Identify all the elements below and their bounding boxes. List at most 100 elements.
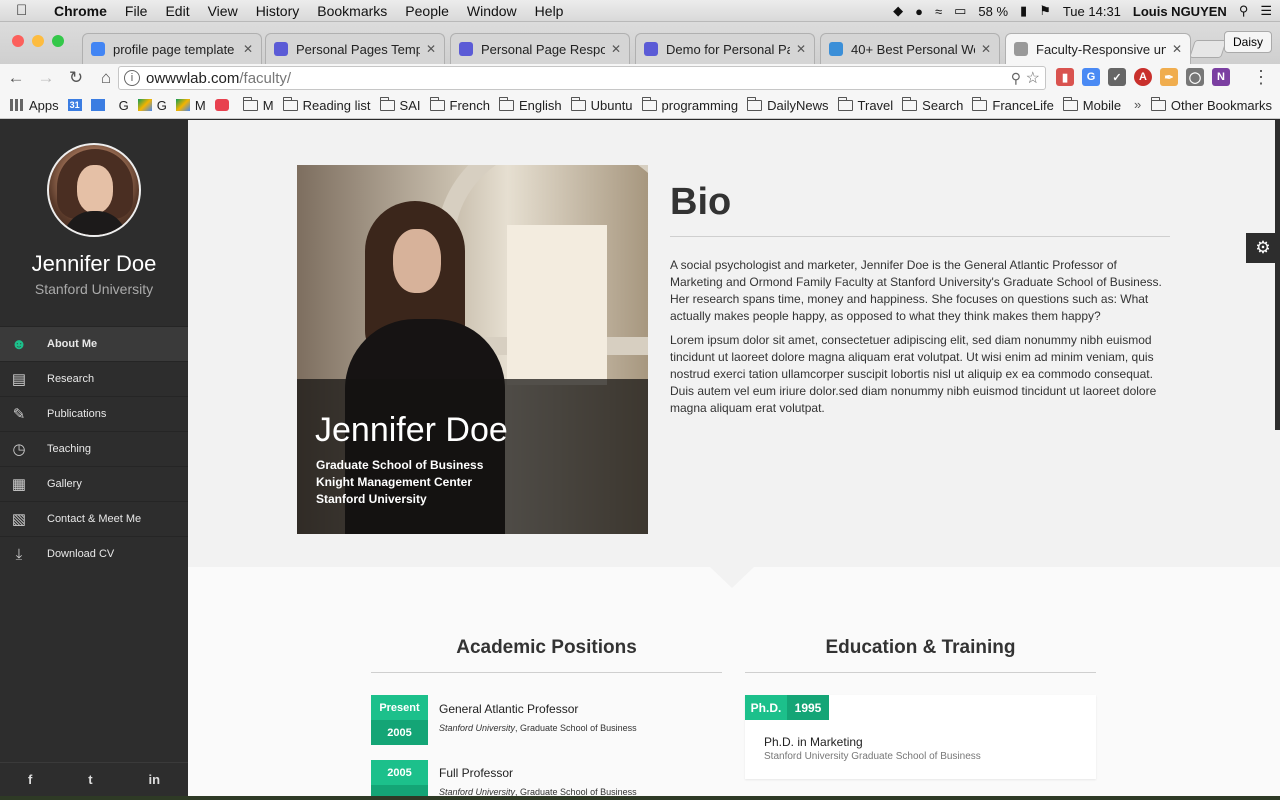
chrome-menu-icon[interactable]: ⋮	[1252, 67, 1270, 88]
clock[interactable]: Tue 14:31	[1063, 4, 1121, 19]
battery-percent[interactable]: 58 %	[978, 4, 1008, 19]
bookmark-other[interactable]: Other Bookmarks	[1150, 97, 1272, 113]
bookmark-sai[interactable]: SAI	[379, 96, 421, 113]
forward-icon[interactable]: →	[32, 68, 60, 88]
menu-help[interactable]: Help	[535, 3, 564, 19]
position-dept: , Graduate School of Business	[515, 787, 637, 796]
close-tab-icon[interactable]: ✕	[796, 42, 806, 56]
bio-paragraph: A social psychologist and marketer, Jenn…	[670, 258, 1162, 323]
bookmark-dailynews[interactable]: DailyNews	[747, 96, 829, 113]
battery-icon[interactable]: ▮	[1020, 3, 1027, 19]
apple-icon[interactable]: 	[16, 2, 38, 19]
pocket-ext-icon[interactable]: ✓	[1108, 68, 1126, 86]
flag-icon[interactable]: ⚑	[1039, 3, 1051, 19]
home-icon[interactable]: ⌂	[92, 68, 120, 88]
browser-tab[interactable]: Faculty-Responsive un ✕	[1005, 33, 1191, 64]
site-info-icon[interactable]: i	[124, 70, 140, 86]
menu-window[interactable]: Window	[467, 3, 517, 19]
bookmark-drive[interactable]: G	[137, 98, 167, 113]
bookmark-mobile[interactable]: Mobile	[1062, 96, 1121, 113]
menu-people[interactable]: People	[405, 3, 449, 19]
profile-button[interactable]: Daisy	[1223, 31, 1272, 53]
bookmarks-overflow-icon[interactable]: »	[1134, 97, 1141, 112]
spotlight-icon[interactable]: ⚲	[1239, 3, 1249, 19]
drive-icon	[175, 99, 190, 111]
evernote-ext-icon[interactable]: ◯	[1186, 68, 1204, 86]
wifi-icon[interactable]: ≈	[935, 4, 942, 19]
browser-tab[interactable]: Personal Pages Templa ✕	[265, 33, 445, 64]
bookmark-mail[interactable]	[90, 99, 110, 111]
bookmark-label: SAI	[399, 97, 421, 113]
extensions: ▮ G ✓ A ✒ ◯ N	[1056, 68, 1230, 86]
bookmark-folder-m[interactable]: M	[242, 96, 274, 113]
bookmark-french[interactable]: French	[429, 96, 490, 113]
close-window-button[interactable]	[12, 35, 24, 47]
pencil-ext-icon[interactable]: ✒	[1160, 68, 1178, 86]
close-tab-icon[interactable]: ✕	[1172, 42, 1182, 56]
apps-grid-icon	[10, 99, 24, 111]
bookmark-apps[interactable]: Apps	[10, 98, 59, 113]
sidebar-item-about-me[interactable]: ☻ About Me	[0, 326, 188, 361]
new-tab-button[interactable]	[1189, 40, 1227, 58]
reload-icon[interactable]: ↻	[62, 68, 90, 88]
close-tab-icon[interactable]: ✕	[981, 42, 991, 56]
viber-icon[interactable]: ●	[915, 4, 923, 19]
browser-tab[interactable]: Demo for Personal Pag ✕	[635, 33, 815, 64]
bookmark-reading-list[interactable]: Reading list	[282, 96, 371, 113]
sidebar-item-label: About Me	[47, 338, 98, 350]
sidebar-item-publications[interactable]: ✎ Publications	[0, 396, 188, 431]
page-scrollbar[interactable]	[1275, 120, 1280, 430]
close-tab-icon[interactable]: ✕	[611, 42, 621, 56]
bookmark-francelife[interactable]: FranceLife	[972, 96, 1054, 113]
zoom-window-button[interactable]	[52, 35, 64, 47]
back-icon[interactable]: ←	[2, 68, 30, 88]
bookmark-ext-icon[interactable]: ▮	[1056, 68, 1074, 86]
address-bar[interactable]: i owwwlab.com/faculty/ ⚲ ☆	[118, 66, 1046, 90]
minimize-window-button[interactable]	[32, 35, 44, 47]
browser-tab[interactable]: profile page template - ✕	[82, 33, 262, 64]
bookmark-search[interactable]: Search	[902, 96, 963, 113]
folder-icon	[498, 96, 514, 111]
notification-center-icon[interactable]: ☰	[1260, 3, 1272, 19]
menu-bookmarks[interactable]: Bookmarks	[317, 3, 387, 19]
sidebar-item-teaching[interactable]: ◷ Teaching	[0, 431, 188, 466]
bookmark-calendar[interactable]: 31	[67, 99, 82, 111]
close-tab-icon[interactable]: ✕	[243, 42, 253, 56]
sidebar-item-download-cv[interactable]: ⤓ Download CV	[0, 536, 188, 571]
menu-edit[interactable]: Edit	[165, 3, 189, 19]
airplay-icon[interactable]: ▭	[954, 3, 966, 19]
bookmark-folder-m-label: M	[262, 97, 274, 113]
translate-ext-icon[interactable]: G	[1082, 68, 1100, 86]
bookmark-ubuntu[interactable]: Ubuntu	[570, 96, 633, 113]
sidebar-item-gallery[interactable]: ▦ Gallery	[0, 466, 188, 501]
menu-view[interactable]: View	[208, 3, 238, 19]
education-title: Education & Training	[825, 637, 1016, 658]
zoom-icon[interactable]: ⚲	[1011, 70, 1021, 87]
menu-file[interactable]: File	[125, 3, 148, 19]
facebook-icon[interactable]: f	[28, 772, 32, 787]
menu-history[interactable]: History	[256, 3, 300, 19]
user-name[interactable]: Louis NGUYEN	[1133, 4, 1227, 19]
bookmark-google[interactable]: G	[119, 98, 129, 113]
google-icon	[91, 42, 105, 56]
dropbox-icon[interactable]: ◆	[893, 3, 903, 19]
twitter-icon[interactable]: t	[88, 772, 92, 787]
sidebar-item-research[interactable]: ▤ Research	[0, 361, 188, 396]
onenote-ext-icon[interactable]: N	[1212, 68, 1230, 86]
sidebar-item-contact[interactable]: ▧ Contact & Meet Me	[0, 501, 188, 536]
bookmark-apps-label: Apps	[29, 97, 59, 113]
bookmark-drive-m[interactable]: M	[175, 98, 206, 113]
bookmark-english[interactable]: English	[498, 96, 562, 113]
menu-app[interactable]: Chrome	[54, 3, 107, 19]
bookmark-label: DailyNews	[767, 97, 829, 113]
bookmark-pocket[interactable]	[214, 99, 234, 111]
close-tab-icon[interactable]: ✕	[426, 42, 436, 56]
linkedin-icon[interactable]: in	[148, 772, 160, 787]
bookmark-programming[interactable]: programming	[641, 96, 738, 113]
adblock-ext-icon[interactable]: A	[1134, 68, 1152, 86]
bookmark-travel[interactable]: Travel	[837, 96, 893, 113]
browser-tab[interactable]: 40+ Best Personal Web ✕	[820, 33, 1000, 64]
bookmark-star-icon[interactable]: ☆	[1026, 68, 1040, 88]
position-badge-end	[371, 785, 428, 796]
browser-tab[interactable]: Personal Page Respons ✕	[450, 33, 630, 64]
